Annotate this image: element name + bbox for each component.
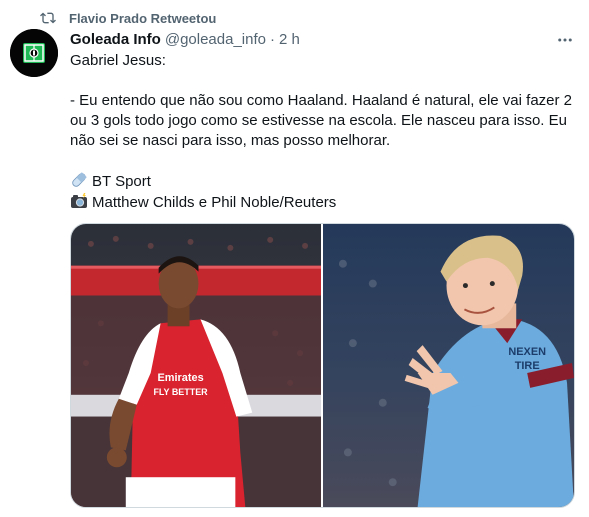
media-grid: Emirates FLY BETTER NEXEN TIRE [70,223,575,508]
goleada-logo-icon [10,29,58,77]
retweet-label: Flavio Prado Retweetou [69,10,217,26]
more-options-button[interactable] [555,30,575,50]
more-options-icon [558,38,572,42]
author-handle[interactable]: @goleada_info [165,31,266,48]
svg-text:Emirates: Emirates [157,372,203,384]
avatar[interactable] [10,29,58,77]
photo-credit-text: Matthew Childs e Phil Noble/Reuters [92,194,337,211]
tweet-text-title: Gabriel Jesus: [70,52,166,69]
separator-dot: · [269,30,275,48]
tweet-text-source: BT Sport [70,171,575,192]
tweet-timestamp[interactable]: 2 h [279,31,300,48]
retweet-icon [40,10,56,26]
haaland-manchester-city-photo[interactable]: NEXEN TIRE [323,224,574,507]
tweet-text-quote: - Eu entendo que não sou como Haaland. H… [70,92,573,149]
author-name[interactable]: Goleada Info [70,31,161,48]
svg-text:NEXEN: NEXEN [508,346,546,358]
gabriel-jesus-arsenal-photo[interactable]: Emirates FLY BETTER [71,224,321,507]
svg-text:FLY BETTER: FLY BETTER [153,387,208,397]
tweet-header: Goleada Info @goleada_info · 2 h [70,29,300,49]
pill-emoji-icon [70,171,88,189]
retweet-header[interactable]: Flavio Prado Retweetou [40,9,216,27]
svg-text:TIRE: TIRE [515,360,540,372]
source-text: BT Sport [92,173,151,190]
tweet-text-credit: Matthew Childs e Phil Noble/Reuters [70,192,575,213]
camera-flash-emoji-icon [70,192,88,210]
tweet-text: Gabriel Jesus: - Eu entendo que não sou … [70,51,575,213]
